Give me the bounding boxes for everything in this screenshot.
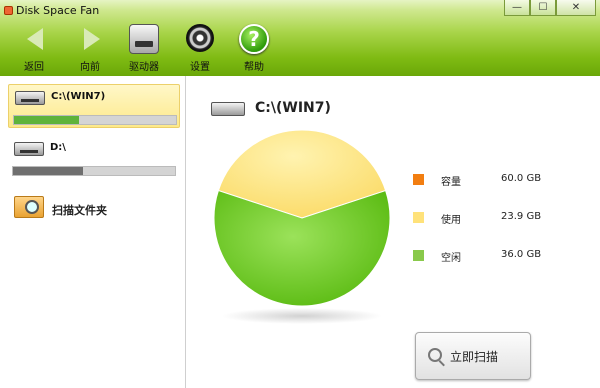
drive-usage-fill xyxy=(13,167,83,175)
back-label: 返回 xyxy=(24,62,44,73)
magnifier-icon xyxy=(428,348,442,362)
legend-value: 60.0 GB xyxy=(501,173,542,184)
drive-usage-fill xyxy=(14,116,79,124)
drive-label: C:\(WIN7) xyxy=(51,91,106,102)
drive-label: D:\ xyxy=(50,142,66,153)
hard-drive-icon xyxy=(129,24,159,54)
drive-icon xyxy=(211,102,245,116)
help-label: 帮助 xyxy=(244,62,264,73)
scan-folder-button[interactable]: 扫描文件夹 xyxy=(14,194,186,224)
drive-icon xyxy=(15,91,45,105)
help-icon: ? xyxy=(239,24,269,54)
title-bar: Disk Space Fan — ☐ ✕ xyxy=(0,0,600,22)
back-arrow-icon xyxy=(22,26,48,52)
close-icon: ✕ xyxy=(571,2,581,13)
settings-label: 设置 xyxy=(190,62,210,73)
toolbar: 返回 向前 驱动器 设置 ? 帮助 xyxy=(0,24,290,73)
window-controls: — ☐ ✕ xyxy=(504,0,596,18)
legend-swatch xyxy=(413,212,424,223)
app-header: Disk Space Fan — ☐ ✕ 返回 向前 驱动器 设置 ? 帮助 xyxy=(0,0,600,76)
drive-title: C:\(WIN7) xyxy=(255,100,331,116)
main-panel: C:\(WIN7) 容量 60.0 GB 使用 23.9 GB 空闲 36.0 … xyxy=(187,76,600,388)
drive-icon xyxy=(14,142,44,156)
legend-swatch xyxy=(413,174,424,185)
usage-pie-chart xyxy=(213,129,391,324)
maximize-icon: ☐ xyxy=(538,2,548,13)
legend-name: 使用 xyxy=(441,215,461,226)
legend-row-free: 空闲 36.0 GB xyxy=(413,248,543,264)
legend-row-used: 使用 23.9 GB xyxy=(413,210,543,226)
legend-value: 36.0 GB xyxy=(501,249,542,260)
gear-icon xyxy=(186,24,214,52)
legend-name: 容量 xyxy=(441,177,461,188)
drive-usage-bar xyxy=(13,115,177,125)
drives-label: 驱动器 xyxy=(129,62,159,73)
sidebar-drive-d[interactable]: D:\ xyxy=(8,136,180,180)
app-icon xyxy=(4,6,13,15)
scan-now-button[interactable]: 立即扫描 xyxy=(415,332,531,380)
legend-swatch xyxy=(413,250,424,261)
legend-name: 空闲 xyxy=(441,253,461,264)
forward-label: 向前 xyxy=(80,62,100,73)
drives-button[interactable]: 驱动器 xyxy=(124,24,164,73)
settings-button[interactable]: 设置 xyxy=(180,24,220,73)
back-button[interactable]: 返回 xyxy=(14,24,54,73)
forward-button[interactable]: 向前 xyxy=(70,24,110,73)
forward-arrow-icon xyxy=(78,26,104,52)
legend-row-capacity: 容量 60.0 GB xyxy=(413,172,543,188)
minimize-button[interactable]: — xyxy=(504,0,530,16)
folder-search-icon xyxy=(14,196,44,218)
drive-usage-bar xyxy=(12,166,176,176)
minimize-icon: — xyxy=(512,2,522,13)
sidebar-drive-c[interactable]: C:\(WIN7) xyxy=(8,84,180,128)
scan-folder-label: 扫描文件夹 xyxy=(52,204,107,217)
window-title: Disk Space Fan xyxy=(16,4,100,17)
maximize-button[interactable]: ☐ xyxy=(530,0,556,16)
sidebar: C:\(WIN7) D:\ 扫描文件夹 xyxy=(0,76,186,388)
pie-shadow xyxy=(222,308,382,324)
help-button[interactable]: ? 帮助 xyxy=(234,24,274,73)
close-button[interactable]: ✕ xyxy=(556,0,596,16)
scan-now-label: 立即扫描 xyxy=(450,350,499,364)
legend-value: 23.9 GB xyxy=(501,211,542,222)
